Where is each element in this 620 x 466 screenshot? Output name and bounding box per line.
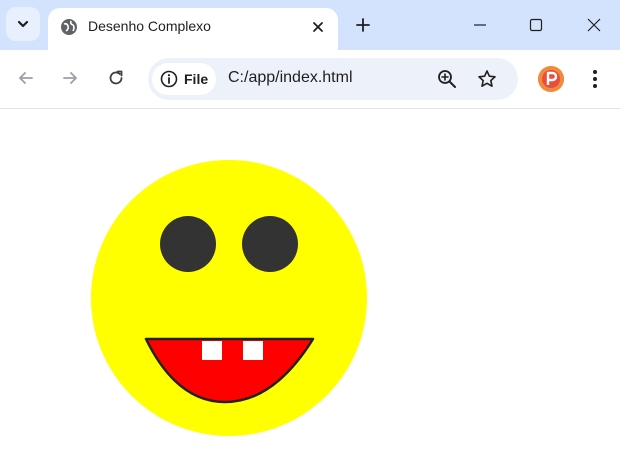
reload-icon (109, 70, 123, 85)
minimize-button[interactable] (464, 10, 496, 40)
maximize-button[interactable] (520, 10, 552, 40)
url-text[interactable]: C:/app/index.html (228, 69, 353, 87)
page-content (0, 109, 620, 466)
reload-button[interactable] (102, 64, 130, 92)
close-icon (313, 22, 323, 32)
menu-button[interactable] (584, 66, 606, 92)
toolbar: File C:/app/index.html (0, 50, 620, 109)
arrow-left-icon (19, 72, 33, 84)
minimize-icon (474, 24, 486, 26)
profile-button[interactable] (538, 66, 564, 92)
profile-avatar-icon (538, 66, 564, 92)
zoom-button[interactable] (436, 68, 458, 90)
chevron-down-icon (17, 20, 29, 28)
address-bar[interactable]: File C:/app/index.html (148, 58, 518, 100)
smiley-right-tooth (243, 341, 263, 360)
kebab-menu-icon (593, 70, 597, 88)
site-info-chip[interactable]: File (152, 63, 216, 95)
bookmark-button[interactable] (476, 68, 498, 90)
star-icon (478, 70, 496, 87)
zoom-in-icon (438, 70, 456, 88)
tab-close-button[interactable] (306, 15, 330, 39)
tab-title: Desenho Complexo (88, 18, 211, 34)
arrow-right-icon (63, 72, 77, 84)
plus-icon (356, 18, 370, 32)
browser-window: Desenho Complexo File C:/app/index.html (0, 0, 620, 466)
smiley-right-eye (242, 216, 298, 272)
new-tab-button[interactable] (350, 12, 376, 38)
site-info-label: File (184, 71, 209, 87)
close-window-button[interactable] (578, 10, 610, 40)
maximize-icon (529, 18, 543, 32)
tab-search-button[interactable] (6, 7, 40, 41)
smiley-drawing (91, 160, 367, 436)
smiley-left-tooth (202, 341, 222, 360)
globe-icon (61, 19, 77, 35)
tab-strip: Desenho Complexo (0, 0, 620, 50)
tab-active[interactable]: Desenho Complexo (48, 8, 338, 50)
smiley-left-eye (160, 216, 216, 272)
info-icon (160, 70, 178, 88)
close-icon (587, 18, 601, 32)
back-button[interactable] (12, 64, 40, 92)
forward-button[interactable] (56, 64, 84, 92)
